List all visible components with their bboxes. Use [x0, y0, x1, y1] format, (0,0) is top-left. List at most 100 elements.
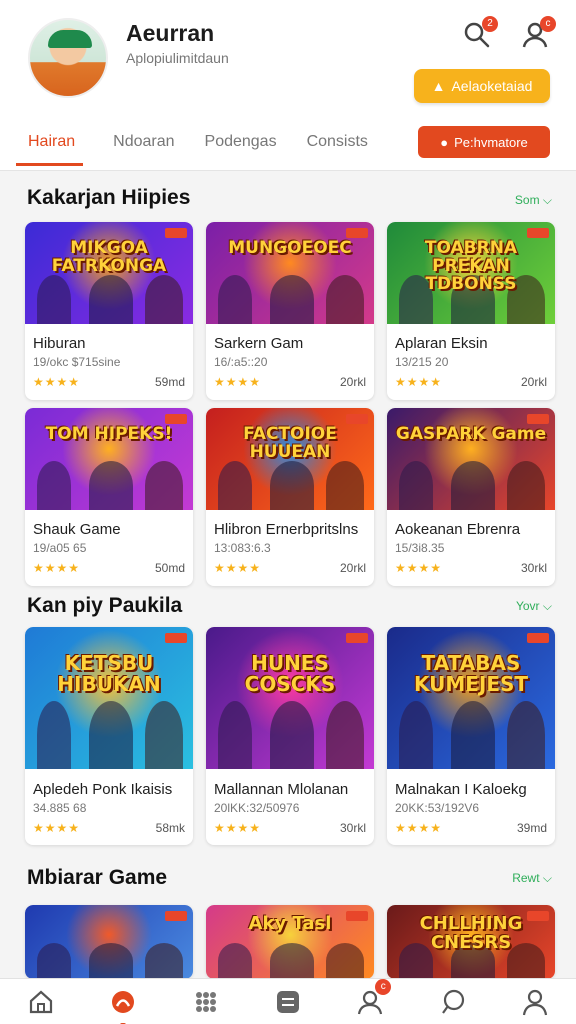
hot-tag	[346, 228, 368, 238]
game-art-title: MUNGOEOEC	[228, 238, 352, 258]
hot-tag	[165, 228, 187, 238]
hot-tag	[165, 911, 187, 921]
primary-action-button[interactable]: ▲ Aelaoketaiad	[414, 69, 550, 103]
rating-stars: ★★★★	[33, 375, 81, 389]
character-figure	[89, 275, 133, 324]
game-thumbnail[interactable]: MIKGOA FATRKONGA	[25, 222, 193, 324]
character-figure	[326, 461, 364, 510]
character-figure	[218, 275, 252, 324]
notification-badge: 2	[482, 16, 498, 32]
nav-games[interactable]	[106, 985, 140, 1024]
game-thumbnail[interactable]: KETSBU HIBUKAN	[25, 627, 193, 769]
game-thumbnail[interactable]: HUNES COSCKS	[206, 627, 374, 769]
game-card[interactable]: TATABAS KUMEJEST Malnakan I Kaloekg 20KK:5…	[387, 627, 555, 845]
game-thumbnail[interactable]: GASPARK Game	[387, 408, 555, 510]
avatar[interactable]	[28, 18, 108, 98]
hot-tag	[346, 633, 368, 643]
featured-card[interactable]	[25, 905, 193, 979]
game-thumbnail[interactable]: TATABAS KUMEJEST	[387, 627, 555, 769]
section-more-link[interactable]: Rewt ⌵	[512, 871, 552, 886]
tab-consists[interactable]: Consists	[307, 133, 368, 166]
nav-store[interactable]	[271, 985, 305, 1019]
rating-stars: ★★★★	[214, 821, 262, 835]
game-art-title: KETSBU HIBUKAN	[57, 651, 161, 696]
game-thumbnail[interactable]: TOM HIPEKS!	[25, 408, 193, 510]
game-size: 30rkl	[339, 821, 366, 835]
nav-grid[interactable]	[189, 985, 223, 1019]
character-figure	[89, 943, 133, 979]
game-name: Aplaran Eksin	[395, 335, 488, 352]
game-thumbnail[interactable]: FACTOIOE HUUEAN	[206, 408, 374, 510]
character-figure	[270, 943, 314, 979]
section-more-link[interactable]: Som ⌵	[515, 193, 552, 208]
rating-stars: ★★★★	[33, 561, 81, 575]
character-figure	[37, 275, 71, 324]
game-meta: 19/a05 65	[33, 541, 87, 555]
game-art-title: TATABAS KUMEJEST	[413, 651, 529, 696]
nav-home[interactable]	[24, 985, 58, 1019]
nav-notifications[interactable]: c	[353, 978, 392, 1019]
game-card[interactable]: TOABRNA PREKAN TDBONSS Aplaran Eksin 13/21…	[387, 222, 555, 400]
game-meta: 20lKK:32/50976	[214, 801, 300, 815]
chat-icon	[441, 989, 464, 1014]
tab-hairan[interactable]: Hairan	[16, 133, 84, 166]
game-card[interactable]: GASPARK Game Aokeanan Ebrenra 15/3i8.35 ★★★…	[387, 408, 555, 586]
game-card[interactable]: MUNGOEOEC Sarkern Gam 16/:a5::20 ★★★★ 20rkl	[206, 222, 374, 400]
game-thumbnail[interactable]: Aky Tasl	[206, 905, 374, 979]
game-name: Apledeh Ponk Ikaisis	[33, 781, 173, 798]
game-art-title: TOM HIPEKS!	[45, 424, 173, 444]
game-thumbnail[interactable]: CHLLHING CNESRS	[387, 905, 555, 979]
character-figure	[326, 275, 364, 324]
secondary-action-button[interactable]: ● Pe:hvmatore	[418, 126, 550, 158]
game-meta: 19/okc $715sine	[33, 355, 121, 369]
rating-stars: ★★★★	[33, 821, 81, 835]
tab-ndoaran[interactable]: Ndoaran	[113, 133, 174, 166]
game-card[interactable]: KETSBU HIBUKAN Apledeh Ponk Ikaisis 34.885…	[25, 627, 193, 845]
game-meta: 13:083:6.3	[214, 541, 271, 555]
game-thumbnail[interactable]	[25, 905, 193, 979]
hot-tag	[527, 633, 549, 643]
grid-icon	[195, 991, 216, 1012]
app-header: Aeurran Aplopiulimitdaun 2 c ▲ Aelaoketa…	[0, 0, 576, 170]
rating-stars: ★★★★	[214, 561, 262, 575]
rating-stars: ★★★★	[395, 821, 443, 835]
hot-tag	[527, 414, 549, 424]
character-figure	[89, 461, 133, 510]
bell-icon: ▲	[431, 78, 446, 94]
game-card[interactable]: HUNES COSCKS Mallannan Mlolanan 20lKK:32/5…	[206, 627, 374, 845]
section-title: Kan piy Paukila	[27, 594, 183, 617]
character-figure	[399, 701, 433, 769]
friends-button[interactable]: c	[520, 16, 556, 50]
game-art-title: FACTOIOE HUUEAN	[243, 424, 337, 462]
character-figure	[37, 701, 71, 769]
section-title: Mbiarar Game	[27, 866, 168, 889]
tab-bar: Hairan Ndoaran Podengas Consists	[16, 133, 368, 166]
character-figure	[507, 461, 545, 510]
profile-icon	[522, 989, 547, 1015]
character-figure	[145, 701, 183, 769]
nav-chat[interactable]	[436, 985, 470, 1019]
featured-card[interactable]: CHLLHING CNESRS	[387, 905, 555, 979]
game-art-title: GASPARK Game	[395, 424, 547, 444]
featured-card[interactable]: Aky Tasl	[206, 905, 374, 979]
tab-podengas[interactable]: Podengas	[205, 133, 277, 166]
game-card[interactable]: TOM HIPEKS! Shauk Game 19/a05 65 ★★★★ 50md	[25, 408, 193, 586]
game-name: Hiburan	[33, 335, 86, 352]
character-figure	[218, 943, 252, 979]
rating-stars: ★★★★	[395, 375, 443, 389]
game-card[interactable]: FACTOIOE HUUEAN Hlibron Ernerbpritslns 13:…	[206, 408, 374, 586]
nav-profile[interactable]	[518, 985, 552, 1019]
section-more-link[interactable]: Yovr ⌵	[516, 599, 552, 614]
character-figure	[451, 701, 495, 769]
secondary-action-label: Pe:hvmatore	[454, 134, 528, 150]
character-figure	[145, 943, 183, 979]
character-figure	[270, 461, 314, 510]
game-name: Hlibron Ernerbpritslns	[214, 521, 359, 538]
game-card[interactable]: MIKGOA FATRKONGA Hiburan 19/okc $715sine ★★…	[25, 222, 193, 400]
game-thumbnail[interactable]: TOABRNA PREKAN TDBONSS	[387, 222, 555, 324]
game-size: 58mk	[155, 821, 185, 835]
game-size: 20rkl	[339, 375, 366, 389]
game-name: Malnakan I Kaloekg	[395, 781, 527, 798]
search-button[interactable]: 2	[462, 16, 498, 50]
game-thumbnail[interactable]: MUNGOEOEC	[206, 222, 374, 324]
